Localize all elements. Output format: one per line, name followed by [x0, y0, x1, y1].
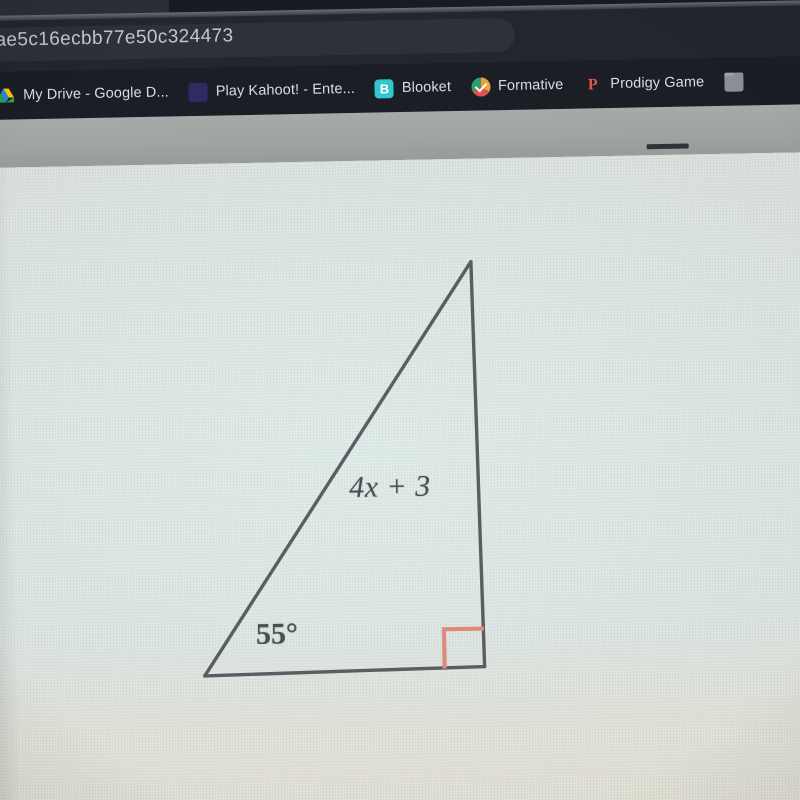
document-lower-fade: [0, 621, 800, 800]
angle-label: 55°: [255, 617, 299, 651]
bookmark-item-kahoot[interactable]: Play Kahoot! - Ente...: [188, 79, 356, 102]
screenshot-root: | Portal ✕ Sto... 0ae5c16ecbb77e50c32447…: [0, 0, 800, 800]
bookmark-folder-button[interactable]: [724, 71, 744, 92]
prodigy-icon: P: [587, 75, 598, 93]
bookmark-item-prodigy[interactable]: P Prodigy Game: [583, 73, 705, 94]
photographed-screen: | Portal ✕ Sto... 0ae5c16ecbb77e50c32447…: [0, 0, 800, 800]
hypotenuse-label: 4x + 3: [348, 469, 432, 505]
bookmark-label: Formative: [497, 76, 564, 95]
bookmark-item-formative[interactable]: Formative: [470, 75, 564, 97]
blooket-icon: B: [374, 78, 395, 99]
bookmark-label: Prodigy Game: [610, 74, 705, 93]
google-drive-icon: [0, 86, 15, 105]
bookmark-folder-icon: [724, 71, 744, 92]
kahoot-icon: [188, 82, 208, 102]
formative-icon: [470, 76, 491, 97]
page-top-marker: [646, 143, 689, 150]
bookmark-label: Blooket: [401, 79, 452, 97]
bookmark-item-blooket[interactable]: B Blooket: [374, 78, 452, 99]
bookmark-label: Play Kahoot! - Ente...: [215, 80, 356, 100]
bookmark-label: My Drive - Google D...: [23, 84, 169, 104]
bookmark-item-my-drive[interactable]: My Drive - Google D...: [0, 83, 169, 105]
